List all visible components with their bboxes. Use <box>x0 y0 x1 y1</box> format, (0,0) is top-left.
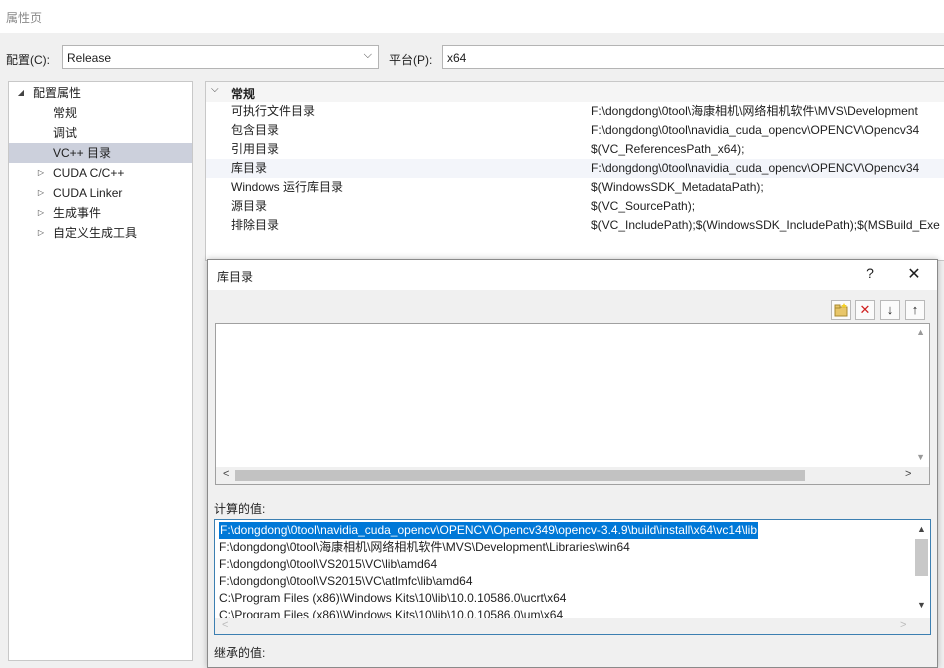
property-grid: ⌵ 常规 可执行文件目录 F:\dongdong\0tool\海康相机\网络相机… <box>205 81 944 261</box>
property-row-include-dirs[interactable]: 包含目录 F:\dongdong\0tool\navidia_cuda_open… <box>206 121 944 140</box>
arrow-down-icon: ↓ <box>886 302 894 317</box>
config-combobox[interactable]: Release ⌵ <box>62 45 379 69</box>
scroll-right-icon[interactable]: > <box>905 468 911 480</box>
property-value[interactable]: $(VC_IncludePath);$(WindowsSDK_IncludePa… <box>591 216 944 235</box>
tree-item-label: 常规 <box>53 106 78 120</box>
tree-item-label: 调试 <box>53 126 78 140</box>
tree-item-custom-build-tool[interactable]: ▷ 自定义生成工具 <box>9 223 192 243</box>
config-bar: 配置(C): Release ⌵ 平台(P): x64 <box>0 33 944 81</box>
tree-item-build-events[interactable]: ▷ 生成事件 <box>9 203 192 223</box>
close-icon[interactable]: ✕ <box>903 264 925 284</box>
config-label: 配置(C): <box>6 53 50 67</box>
collapsed-triangle-icon[interactable]: ▷ <box>36 163 46 183</box>
property-name: 源目录 <box>231 199 268 213</box>
chevron-down-icon[interactable]: ⌵ <box>364 49 372 62</box>
move-up-button[interactable]: ↑ <box>905 300 925 320</box>
library-directories-dialog: 库目录 ? ✕ ✕ ↓ ↑ ▲ ▼ < > 计算的值: F:\dongdong\… <box>207 259 938 668</box>
tree-root-label: 配置属性 <box>33 86 82 100</box>
delete-line-button[interactable]: ✕ <box>855 300 875 320</box>
horizontal-scrollbar[interactable]: < > <box>215 618 930 634</box>
tree-item-debugging[interactable]: 调试 <box>9 123 192 143</box>
scroll-up-icon[interactable]: ▲ <box>916 327 925 337</box>
category-general[interactable]: ⌵ 常规 <box>206 82 944 102</box>
collapsed-triangle-icon[interactable]: ▷ <box>36 223 46 243</box>
property-row-library-dirs[interactable]: 库目录 F:\dongdong\0tool\navidia_cuda_openc… <box>206 159 944 178</box>
chevron-down-icon[interactable]: ⌵ <box>211 84 219 95</box>
vertical-scrollbar[interactable]: ▲ ▼ <box>913 520 930 618</box>
computed-value-line[interactable]: F:\dongdong\0tool\navidia_cuda_opencv\OP… <box>217 521 760 540</box>
scroll-left-icon[interactable]: < <box>223 468 229 480</box>
computed-values-label: 计算的值: <box>214 502 266 516</box>
scroll-right-icon[interactable]: > <box>900 619 906 631</box>
horizontal-scrollbar[interactable]: < > <box>216 467 929 484</box>
help-icon[interactable]: ? <box>860 265 880 281</box>
computed-value-line[interactable]: F:\dongdong\0tool\VS2015\VC\lib\amd64 <box>219 556 437 573</box>
scroll-up-icon[interactable]: ▲ <box>917 524 926 534</box>
tree-item-label: CUDA C/C++ <box>53 166 125 180</box>
scroll-left-icon[interactable]: < <box>222 619 228 631</box>
scrollbar-thumb[interactable] <box>915 539 928 576</box>
tree-item-label: CUDA Linker <box>53 186 123 200</box>
window-title: 属性页 <box>6 11 43 25</box>
property-row-executable-dirs[interactable]: 可执行文件目录 F:\dongdong\0tool\海康相机\网络相机软件\MV… <box>206 102 944 121</box>
tree-item-cuda-c-cpp[interactable]: ▷ CUDA C/C++ <box>9 163 192 183</box>
property-name: 排除目录 <box>231 218 280 232</box>
expanded-triangle-icon[interactable]: ◢ <box>16 83 26 103</box>
computed-value-line[interactable]: F:\dongdong\0tool\VS2015\VC\atlmfc\lib\a… <box>219 573 473 590</box>
config-value: Release <box>67 51 112 65</box>
collapsed-triangle-icon[interactable]: ▷ <box>36 203 46 223</box>
tree-item-general[interactable]: 常规 <box>9 103 192 123</box>
category-label: 常规 <box>231 87 256 101</box>
property-value[interactable]: $(WindowsSDK_MetadataPath); <box>591 178 944 197</box>
dialog-titlebar: 库目录 ? ✕ <box>208 260 937 290</box>
tree-root-config-properties[interactable]: ◢ 配置属性 <box>9 83 192 103</box>
window-titlebar: 属性页 <box>0 0 944 33</box>
delete-icon: ✕ <box>859 302 871 317</box>
dialog-title: 库目录 <box>217 270 254 284</box>
platform-combobox[interactable]: x64 <box>442 45 944 69</box>
property-row-winrt-dirs[interactable]: Windows 运行库目录 $(WindowsSDK_MetadataPath)… <box>206 178 944 197</box>
directory-list-editor[interactable]: ▲ ▼ < > <box>215 323 930 485</box>
property-name: 包含目录 <box>231 123 280 137</box>
property-row-source-dirs[interactable]: 源目录 $(VC_SourcePath); <box>206 197 944 216</box>
property-name: 引用目录 <box>231 142 280 156</box>
arrow-up-icon: ↑ <box>911 302 919 317</box>
collapsed-triangle-icon[interactable]: ▷ <box>36 183 46 203</box>
computed-value-line[interactable]: F:\dongdong\0tool\海康相机\网络相机软件\MVS\Develo… <box>219 539 630 556</box>
property-value[interactable]: F:\dongdong\0tool\海康相机\网络相机软件\MVS\Develo… <box>591 102 944 121</box>
tree-item-cuda-linker[interactable]: ▷ CUDA Linker <box>9 183 192 203</box>
property-tree: ◢ 配置属性 常规 调试 VC++ 目录 ▷ CUDA C/C++ ▷ CUDA… <box>8 81 193 661</box>
tree-item-label: 自定义生成工具 <box>53 226 138 240</box>
computed-values-box[interactable]: F:\dongdong\0tool\navidia_cuda_opencv\OP… <box>214 519 931 635</box>
property-row-exclude-dirs[interactable]: 排除目录 $(VC_IncludePath);$(WindowsSDK_Incl… <box>206 216 944 235</box>
property-value[interactable]: $(VC_ReferencesPath_x64); <box>591 140 944 159</box>
inherited-values-label: 继承的值: <box>214 646 266 660</box>
tree-item-vc-directories[interactable]: VC++ 目录 <box>9 143 192 163</box>
scrollbar-thumb[interactable] <box>235 470 805 481</box>
property-value[interactable]: $(VC_SourcePath); <box>591 197 944 216</box>
tree-item-label: VC++ 目录 <box>53 146 112 160</box>
property-name: 库目录 <box>231 161 268 175</box>
platform-label: 平台(P): <box>389 53 433 67</box>
property-value[interactable]: F:\dongdong\0tool\navidia_cuda_opencv\OP… <box>591 159 944 178</box>
new-folder-icon <box>834 303 848 317</box>
scroll-down-icon[interactable]: ▼ <box>916 452 925 462</box>
property-name: Windows 运行库目录 <box>231 180 344 194</box>
scroll-down-icon[interactable]: ▼ <box>917 600 926 610</box>
computed-value-line[interactable]: C:\Program Files (x86)\Windows Kits\10\l… <box>219 590 566 607</box>
property-name: 可执行文件目录 <box>231 104 316 118</box>
platform-value: x64 <box>447 51 467 65</box>
property-value[interactable]: F:\dongdong\0tool\navidia_cuda_opencv\OP… <box>591 121 944 140</box>
tree-item-label: 生成事件 <box>53 206 102 220</box>
property-row-reference-dirs[interactable]: 引用目录 $(VC_ReferencesPath_x64); <box>206 140 944 159</box>
new-line-button[interactable] <box>831 300 851 320</box>
move-down-button[interactable]: ↓ <box>880 300 900 320</box>
